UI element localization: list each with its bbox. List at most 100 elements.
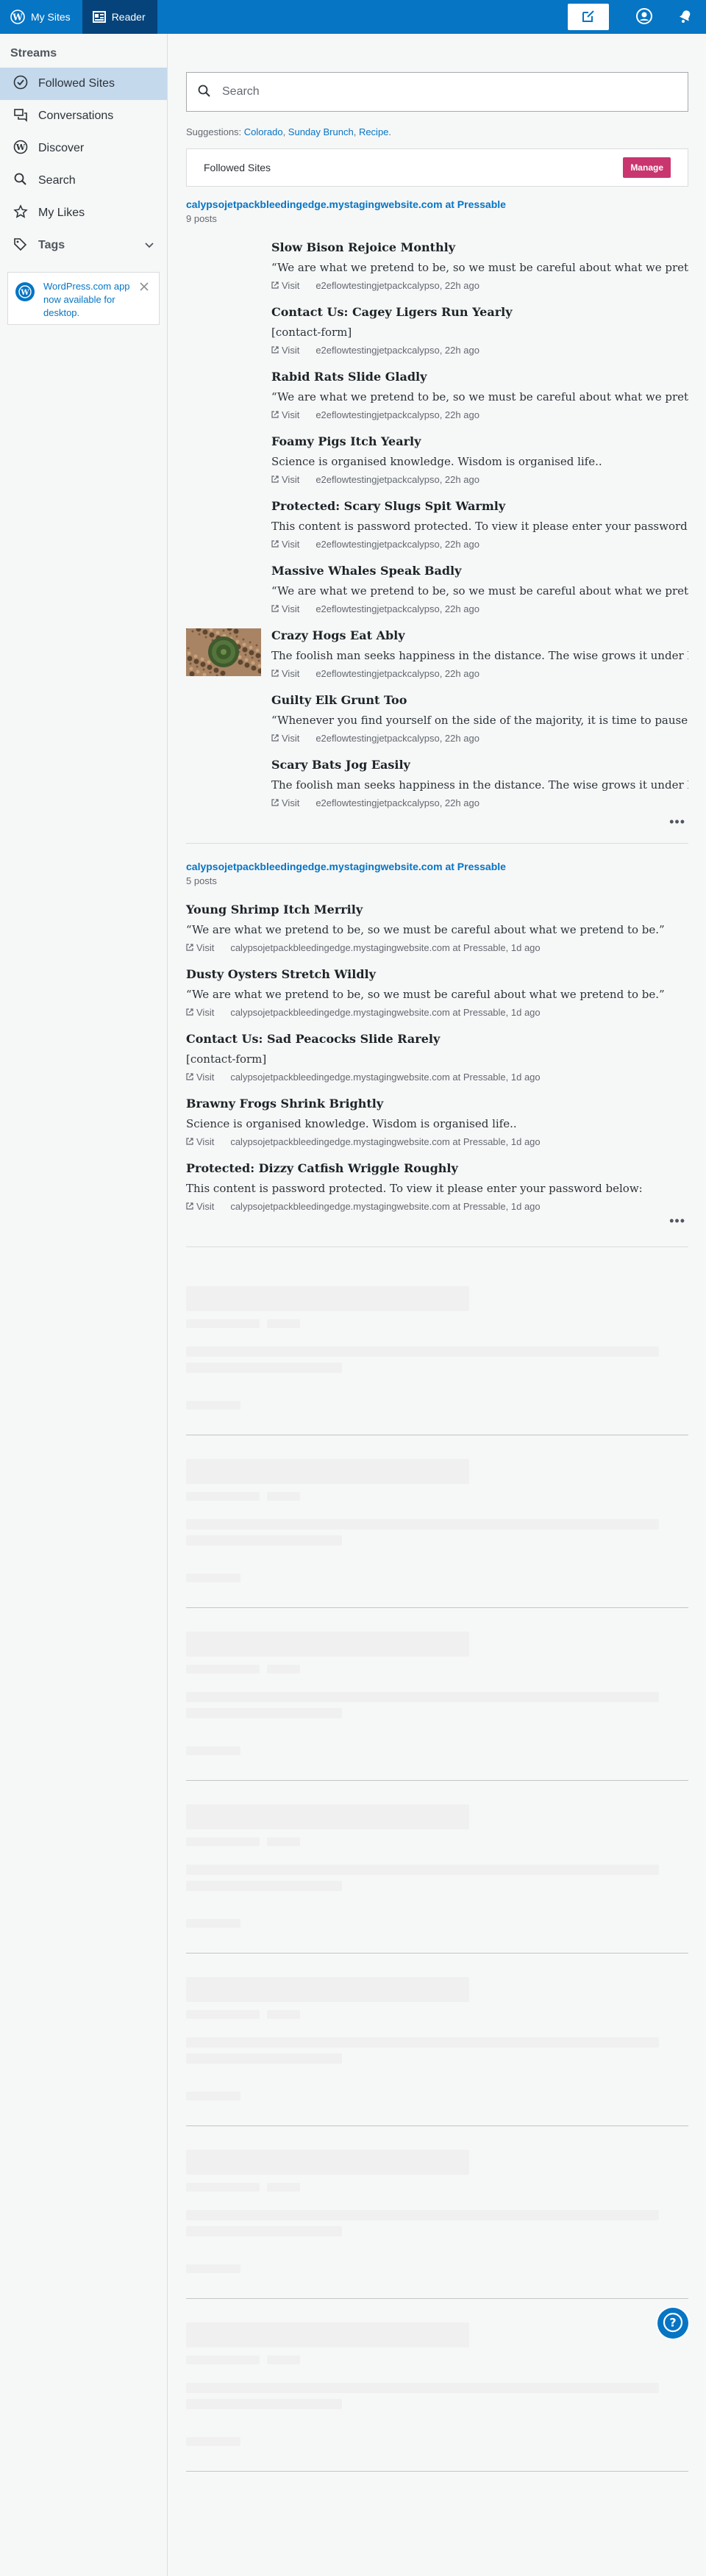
- suggestion-link[interactable]: Sunday Brunch: [288, 126, 354, 137]
- sidebar-item-my-likes[interactable]: My Likes: [0, 197, 167, 229]
- ellipsis-icon[interactable]: •••: [669, 1213, 685, 1229]
- post-title[interactable]: Slow Bison Rejoice Monthly: [271, 240, 688, 254]
- post-thumbnail[interactable]: [185, 625, 263, 677]
- post-card[interactable]: Slow Bison Rejoice Monthly “We are what w…: [271, 240, 688, 305]
- loading-placeholder: [186, 1492, 260, 1501]
- post-card[interactable]: Scary Bats Jog Easily The foolish man see…: [271, 758, 688, 822]
- sidebar: Streams Followed Sites Conversations W D…: [0, 34, 168, 2576]
- external-link-icon: [271, 668, 279, 679]
- loading-placeholder: [186, 2210, 659, 2220]
- svg-text:W: W: [12, 12, 23, 23]
- post-title[interactable]: Contact Us: Cagey Ligers Run Yearly: [271, 305, 688, 319]
- external-link-icon: [271, 345, 279, 356]
- post-card[interactable]: Contact Us: Cagey Ligers Run Yearly [cont…: [271, 305, 688, 370]
- close-icon[interactable]: [140, 281, 149, 293]
- site-name-link[interactable]: calypsojetpackbleedingedge.mystagingwebs…: [186, 861, 688, 872]
- loading-placeholder: [267, 1837, 300, 1846]
- post-card[interactable]: Dusty Oysters Stretch Wildly “We are what…: [186, 967, 688, 1032]
- post-card[interactable]: Guilty Elk Grunt Too “Whenever you find y…: [271, 693, 688, 758]
- post-title[interactable]: Guilty Elk Grunt Too: [271, 693, 688, 707]
- post-byline[interactable]: e2eflowtestingjetpackcalypso, 22h ago: [315, 668, 479, 679]
- post-card[interactable]: Protected: Dizzy Catfish Wriggle Roughly…: [186, 1161, 688, 1226]
- reader-button[interactable]: Reader: [82, 0, 157, 34]
- post-title[interactable]: Brawny Frogs Shrink Brightly: [186, 1097, 688, 1111]
- post-card[interactable]: Young Shrimp Itch Merrily “We are what we…: [186, 903, 688, 967]
- visit-link[interactable]: Visit: [186, 1136, 214, 1147]
- post-title[interactable]: Young Shrimp Itch Merrily: [186, 903, 688, 916]
- search-box[interactable]: [186, 72, 688, 112]
- sidebar-item-conversations[interactable]: Conversations: [0, 100, 167, 132]
- post-card[interactable]: Rabid Rats Slide Gladly “We are what we p…: [271, 370, 688, 434]
- suggestion-link[interactable]: Recipe: [359, 126, 388, 137]
- chevron-down-icon[interactable]: [145, 239, 154, 252]
- visit-link[interactable]: Visit: [271, 668, 299, 679]
- sidebar-item-discover[interactable]: W Discover: [0, 132, 167, 165]
- my-sites-label: My Sites: [31, 11, 71, 23]
- ellipsis-icon[interactable]: •••: [669, 814, 685, 830]
- post-title[interactable]: Rabid Rats Slide Gladly: [271, 370, 688, 384]
- post-title[interactable]: Crazy Hogs Eat Ably: [271, 628, 688, 642]
- visit-link[interactable]: Visit: [186, 942, 214, 953]
- visit-label: Visit: [282, 603, 300, 614]
- visit-link[interactable]: Visit: [186, 1072, 214, 1083]
- visit-link[interactable]: Visit: [271, 797, 299, 808]
- help-button[interactable]: ?: [657, 2308, 688, 2339]
- profile-icon: [636, 7, 652, 26]
- post-byline[interactable]: calypsojetpackbleedingedge.mystagingwebs…: [230, 1136, 540, 1147]
- sidebar-item-tags[interactable]: Tags: [0, 229, 167, 262]
- app-notice[interactable]: W WordPress.com app now available for de…: [7, 272, 160, 325]
- visit-link[interactable]: Visit: [271, 603, 299, 614]
- post-byline[interactable]: e2eflowtestingjetpackcalypso, 22h ago: [315, 733, 479, 744]
- post-byline[interactable]: e2eflowtestingjetpackcalypso, 22h ago: [315, 280, 479, 291]
- loading-placeholder: [186, 2037, 659, 2048]
- post-title[interactable]: Foamy Pigs Itch Yearly: [271, 434, 688, 448]
- loading-placeholder: [186, 1804, 469, 1829]
- post-byline[interactable]: e2eflowtestingjetpackcalypso, 22h ago: [315, 345, 479, 356]
- visit-link[interactable]: Visit: [271, 733, 299, 744]
- post-title[interactable]: Dusty Oysters Stretch Wildly: [186, 967, 688, 981]
- loading-placeholder: [267, 1492, 300, 1501]
- post-card[interactable]: Protected: Scary Slugs Spit Warmly This c…: [271, 499, 688, 564]
- post-title[interactable]: Scary Bats Jog Easily: [271, 758, 688, 772]
- my-sites-button[interactable]: W My Sites: [0, 0, 82, 34]
- post-card[interactable]: Contact Us: Sad Peacocks Slide Rarely [co…: [186, 1032, 688, 1097]
- visit-link[interactable]: Visit: [186, 1201, 214, 1212]
- post-card[interactable]: Brawny Frogs Shrink Brightly Science is o…: [186, 1097, 688, 1161]
- post-card[interactable]: Foamy Pigs Itch Yearly Science is organis…: [271, 434, 688, 499]
- post-byline[interactable]: e2eflowtestingjetpackcalypso, 22h ago: [315, 797, 479, 808]
- post-byline[interactable]: calypsojetpackbleedingedge.mystagingwebs…: [230, 942, 540, 953]
- post-byline[interactable]: calypsojetpackbleedingedge.mystagingwebs…: [230, 1201, 540, 1212]
- visit-link[interactable]: Visit: [271, 474, 299, 485]
- post-title[interactable]: Massive Whales Speak Badly: [271, 564, 688, 578]
- visit-link[interactable]: Visit: [271, 345, 299, 356]
- visit-link[interactable]: Visit: [271, 280, 299, 291]
- post-byline[interactable]: calypsojetpackbleedingedge.mystagingwebs…: [230, 1072, 540, 1083]
- divider: [186, 1607, 688, 1608]
- post-title[interactable]: Protected: Dizzy Catfish Wriggle Roughly: [186, 1161, 688, 1175]
- post-byline[interactable]: e2eflowtestingjetpackcalypso, 22h ago: [315, 603, 479, 614]
- manage-button[interactable]: Manage: [623, 157, 671, 178]
- post-byline[interactable]: e2eflowtestingjetpackcalypso, 22h ago: [315, 409, 479, 420]
- sidebar-item-search[interactable]: Search: [0, 165, 167, 197]
- visit-label: Visit: [282, 280, 300, 291]
- post-excerpt: Science is organised knowledge. Wisdom i…: [271, 455, 602, 468]
- notifications-button[interactable]: [665, 0, 706, 34]
- post-card[interactable]: Crazy Hogs Eat Ably The foolish man seeks…: [185, 625, 688, 693]
- search-input[interactable]: [222, 85, 634, 98]
- post-card[interactable]: Massive Whales Speak Badly “We are what w…: [271, 564, 688, 628]
- profile-button[interactable]: [624, 0, 665, 34]
- post-byline[interactable]: calypsojetpackbleedingedge.mystagingwebs…: [230, 1007, 540, 1018]
- sidebar-item-followed-sites[interactable]: Followed Sites: [0, 68, 167, 100]
- write-button[interactable]: [568, 4, 609, 30]
- visit-link[interactable]: Visit: [271, 539, 299, 550]
- post-byline[interactable]: e2eflowtestingjetpackcalypso, 22h ago: [315, 474, 479, 485]
- site-name-link[interactable]: calypsojetpackbleedingedge.mystagingwebs…: [186, 198, 688, 210]
- post-title[interactable]: Protected: Scary Slugs Spit Warmly: [271, 499, 688, 513]
- suggestion-link[interactable]: Colorado: [244, 126, 283, 137]
- chat-icon: [13, 107, 28, 126]
- visit-link[interactable]: Visit: [186, 1007, 214, 1018]
- post-title[interactable]: Contact Us: Sad Peacocks Slide Rarely: [186, 1032, 688, 1046]
- post-list: Slow Bison Rejoice Monthly “We are what w…: [185, 240, 688, 822]
- visit-link[interactable]: Visit: [271, 409, 299, 420]
- post-byline[interactable]: e2eflowtestingjetpackcalypso, 22h ago: [315, 539, 479, 550]
